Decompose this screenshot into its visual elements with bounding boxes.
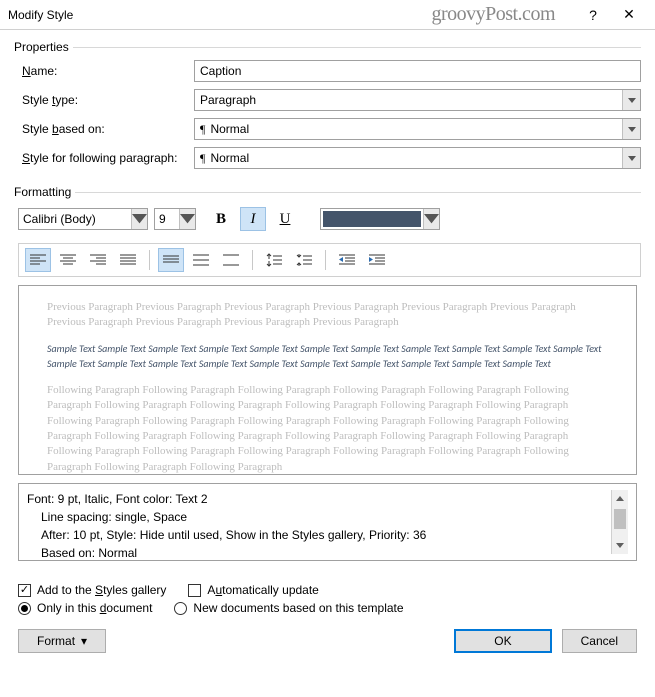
italic-button[interactable]: I (240, 207, 266, 231)
scroll-down-icon[interactable] (612, 537, 628, 554)
dialog-title: Modify Style (8, 8, 73, 22)
properties-legend: Properties (14, 40, 73, 54)
spacing-1-5-button[interactable] (188, 248, 214, 272)
following-value: Normal (210, 151, 249, 165)
paragraph-toolbar (18, 243, 641, 277)
indent-decrease-button[interactable] (334, 248, 360, 272)
formatting-group: Formatting Calibri (Body) 9 B I U (14, 185, 641, 573)
caret-down-icon: ▾ (81, 634, 87, 648)
preview-previous: Previous Paragraph Previous Paragraph Pr… (47, 300, 608, 331)
align-center-button[interactable] (55, 248, 81, 272)
spacing-2-button[interactable] (218, 248, 244, 272)
desc-line: Line spacing: single, Space (27, 508, 611, 526)
based-on-label: Style based on: (14, 122, 194, 136)
only-this-doc-radio[interactable]: Only in this document (18, 601, 152, 615)
size-value: 9 (159, 212, 166, 226)
preview-sample: Sample Text Sample Text Sample Text Samp… (47, 341, 608, 371)
desc-line: Font: 9 pt, Italic, Font color: Text 2 (27, 490, 611, 508)
desc-line: After: 10 pt, Style: Hide until used, Sh… (27, 526, 611, 544)
scrollbar[interactable] (611, 490, 628, 554)
following-combo[interactable]: ¶ Normal (194, 147, 641, 169)
font-color-picker[interactable] (320, 208, 440, 230)
chevron-down-icon (179, 209, 195, 229)
chevron-down-icon (423, 209, 439, 229)
help-button[interactable]: ? (575, 7, 611, 23)
style-type-label: Style type: (14, 93, 194, 107)
chevron-down-icon (622, 119, 640, 139)
chevron-down-icon (622, 148, 640, 168)
properties-group: Properties Name: Style type: Paragraph S… (14, 40, 641, 175)
align-left-button[interactable] (25, 248, 51, 272)
preview-box: Previous Paragraph Previous Paragraph Pr… (18, 285, 637, 475)
separator (149, 250, 150, 270)
font-combo[interactable]: Calibri (Body) (18, 208, 148, 230)
cancel-button[interactable]: Cancel (562, 629, 637, 653)
underline-button[interactable]: U (272, 207, 298, 231)
separator (252, 250, 253, 270)
new-docs-template-radio[interactable]: New documents based on this template (174, 601, 403, 615)
pilcrow-icon: ¶ (200, 122, 205, 137)
format-button[interactable]: Format▾ (18, 629, 106, 653)
formatting-legend: Formatting (14, 185, 75, 199)
radio-icon (18, 602, 31, 615)
chevron-down-icon (131, 209, 147, 229)
close-button[interactable]: ✕ (611, 6, 647, 23)
separator (325, 250, 326, 270)
ok-button[interactable]: OK (454, 629, 551, 653)
name-input[interactable] (194, 60, 641, 82)
preview-following: Following Paragraph Following Paragraph … (47, 383, 608, 475)
name-label: Name: (14, 64, 194, 78)
scroll-thumb[interactable] (614, 509, 626, 529)
style-type-combo[interactable]: Paragraph (194, 89, 641, 111)
size-combo[interactable]: 9 (154, 208, 196, 230)
chevron-down-icon (622, 90, 640, 110)
checkbox-icon (188, 584, 201, 597)
add-to-gallery-checkbox[interactable]: Add to the Styles gallery (18, 583, 166, 597)
style-type-value: Paragraph (200, 93, 256, 107)
space-before-dec-button[interactable] (291, 248, 317, 272)
bold-button[interactable]: B (208, 207, 234, 231)
color-swatch (323, 211, 421, 227)
titlebar: Modify Style groovyPost.com ? ✕ (0, 0, 655, 30)
watermark: groovyPost.com (431, 3, 555, 26)
font-value: Calibri (Body) (23, 212, 96, 226)
checkbox-icon (18, 584, 31, 597)
align-right-button[interactable] (85, 248, 111, 272)
scroll-track[interactable] (612, 507, 628, 537)
options-area: Add to the Styles gallery Automatically … (18, 583, 637, 615)
spacing-1-button[interactable] (158, 248, 184, 272)
based-on-combo[interactable]: ¶ Normal (194, 118, 641, 140)
scroll-up-icon[interactable] (612, 490, 628, 507)
button-row: Format▾ OK Cancel (18, 629, 637, 653)
auto-update-checkbox[interactable]: Automatically update (188, 583, 318, 597)
indent-increase-button[interactable] (364, 248, 390, 272)
align-justify-button[interactable] (115, 248, 141, 272)
pilcrow-icon: ¶ (200, 151, 205, 166)
based-on-value: Normal (210, 122, 249, 136)
following-label: Style for following paragraph: (14, 151, 194, 165)
radio-icon (174, 602, 187, 615)
space-before-inc-button[interactable] (261, 248, 287, 272)
description-box: Font: 9 pt, Italic, Font color: Text 2 L… (18, 483, 637, 561)
desc-line: Based on: Normal (27, 544, 611, 562)
